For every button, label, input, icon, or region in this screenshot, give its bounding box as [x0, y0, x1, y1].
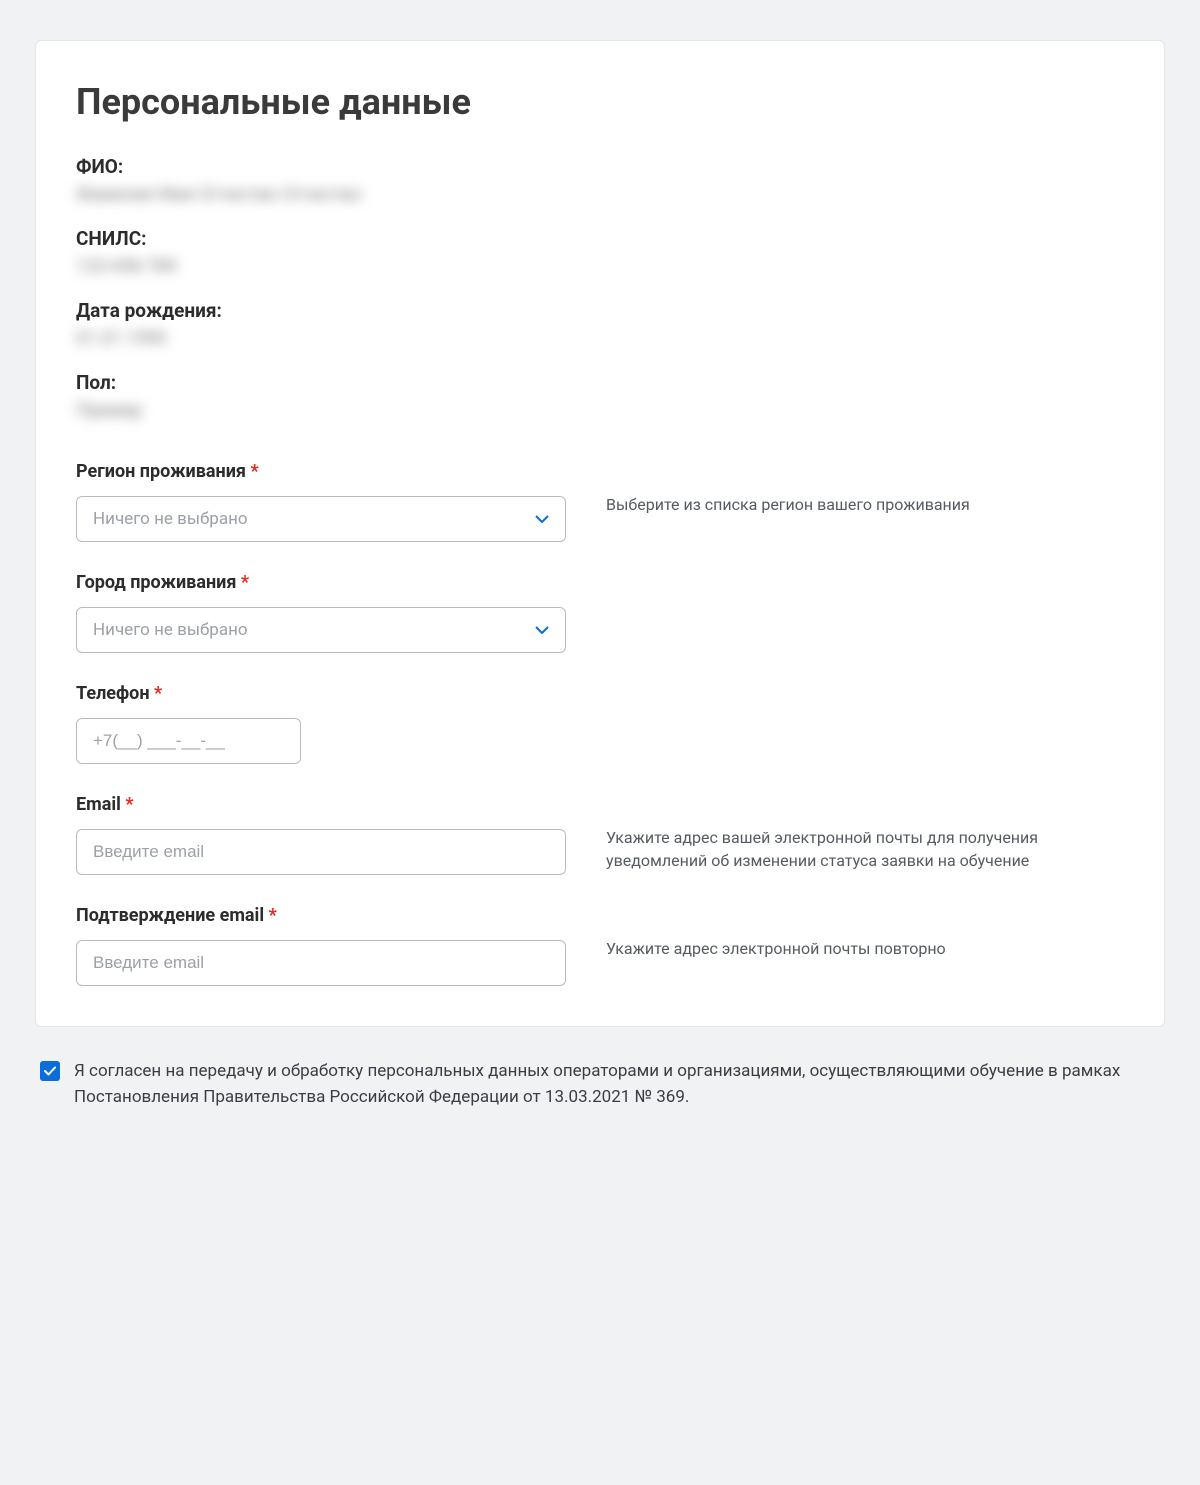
city-label: Город проживания * — [76, 572, 566, 593]
snils-label: СНИЛС: — [76, 227, 1124, 250]
consent-row: Я согласен на передачу и обработку персо… — [35, 1059, 1165, 1110]
required-asterisk: * — [154, 683, 162, 704]
required-asterisk: * — [269, 905, 277, 926]
static-field-birthdate: Дата рождения: 01.01.1990 — [76, 299, 1124, 349]
static-field-snils: СНИЛС: 123-456-789 — [76, 227, 1124, 277]
personal-data-card: Персональные данные ФИО: Фамилия Имя Отч… — [35, 40, 1165, 1027]
caret-down-icon — [535, 515, 549, 523]
form-row-email-confirm: Подтверждение email * Укажите адрес элек… — [76, 905, 1124, 986]
email-confirm-input[interactable] — [76, 940, 566, 986]
birthdate-label: Дата рождения: — [76, 299, 1124, 322]
gender-value: Пример — [76, 400, 1124, 421]
required-asterisk: * — [250, 461, 258, 482]
region-label: Регион проживания * — [76, 461, 566, 482]
caret-down-icon — [535, 626, 549, 634]
birthdate-value: 01.01.1990 — [76, 328, 1124, 349]
snils-value: 123-456-789 — [76, 256, 1124, 277]
email-label: Email * — [76, 794, 566, 815]
required-asterisk: * — [125, 794, 133, 815]
form-row-phone: Телефон * — [76, 683, 1124, 764]
consent-checkbox[interactable] — [40, 1061, 60, 1081]
static-field-gender: Пол: Пример — [76, 371, 1124, 421]
phone-label: Телефон * — [76, 683, 566, 704]
fullname-value: Фамилия Имя Отчество Отчество — [76, 184, 1124, 205]
email-helper: Укажите адрес вашей электронной почты дл… — [606, 826, 1124, 872]
fullname-label: ФИО: — [76, 155, 1124, 178]
gender-label: Пол: — [76, 371, 1124, 394]
region-select[interactable]: Ничего не выбрано — [76, 496, 566, 542]
city-select[interactable]: Ничего не выбрано — [76, 607, 566, 653]
static-field-fullname: ФИО: Фамилия Имя Отчество Отчество — [76, 155, 1124, 205]
phone-input[interactable] — [76, 718, 301, 764]
region-helper: Выберите из списка регион вашего прожива… — [606, 493, 1124, 516]
city-select-value: Ничего не выбрано — [93, 620, 248, 640]
form-row-region: Регион проживания * Ничего не выбрано Вы… — [76, 461, 1124, 542]
email-confirm-helper: Укажите адрес электронной почты повторно — [606, 937, 1124, 960]
consent-text: Я согласен на передачу и обработку персо… — [74, 1059, 1160, 1110]
region-select-value: Ничего не выбрано — [93, 509, 248, 529]
form-section: Регион проживания * Ничего не выбрано Вы… — [76, 461, 1124, 986]
email-input[interactable] — [76, 829, 566, 875]
required-asterisk: * — [241, 572, 249, 593]
form-row-city: Город проживания * Ничего не выбрано — [76, 572, 1124, 653]
page-title: Персональные данные — [76, 81, 1124, 123]
email-confirm-label: Подтверждение email * — [76, 905, 566, 926]
form-row-email: Email * Укажите адрес вашей электронной … — [76, 794, 1124, 875]
